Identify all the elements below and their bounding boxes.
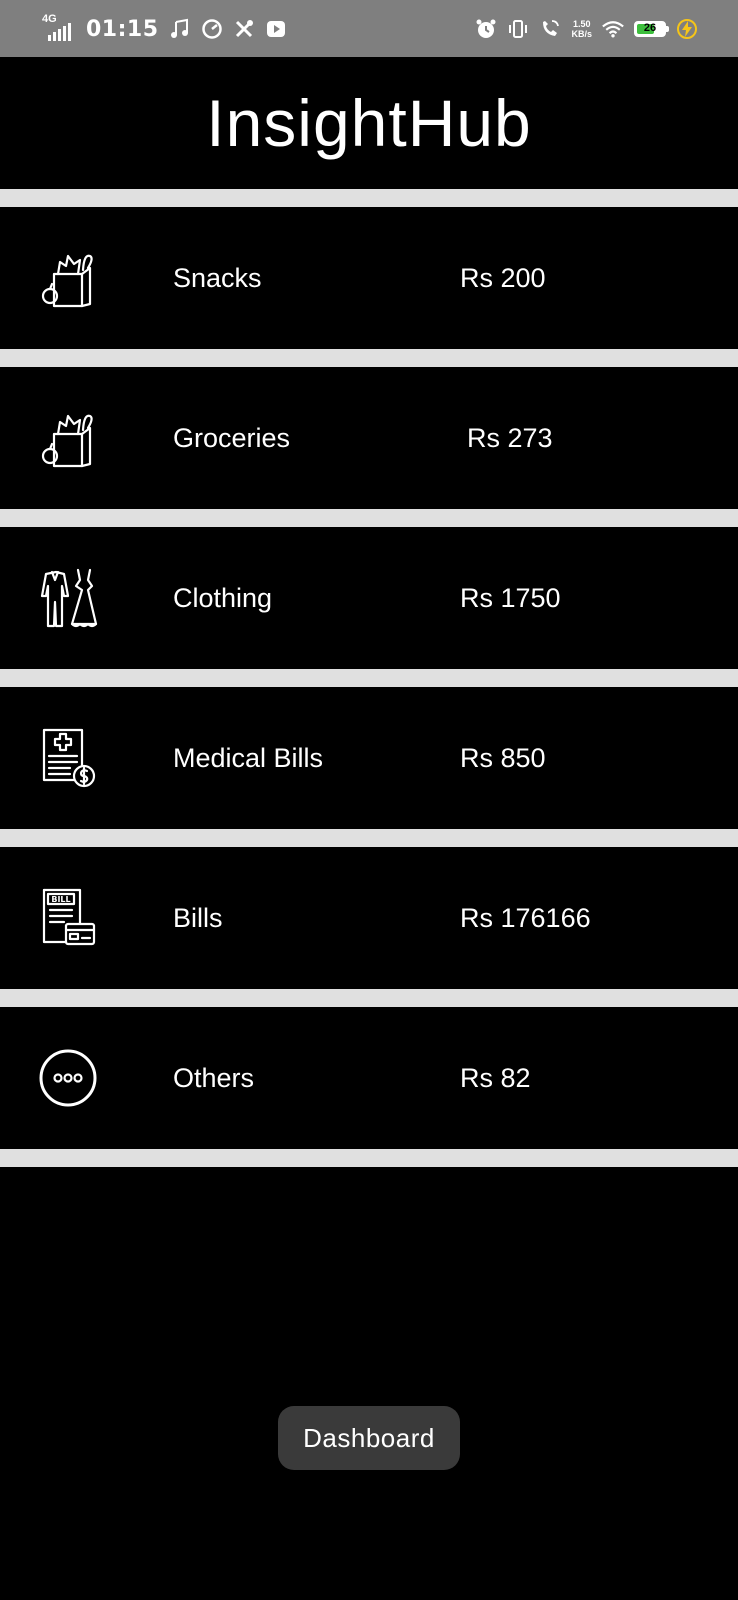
category-row-others[interactable]: Others Rs 82 — [0, 1007, 738, 1149]
status-bar-left: 4G 01:15 — [42, 13, 287, 44]
category-row-medical-bills[interactable]: Medical Bills Rs 850 — [0, 687, 738, 829]
battery-icon: 26 — [634, 21, 669, 37]
app-title: InsightHub — [206, 86, 532, 160]
status-bar-right: 1.50 KB/s 26 — [475, 14, 698, 44]
divider — [0, 189, 738, 207]
youtube-icon — [265, 18, 287, 40]
divider — [0, 1149, 738, 1167]
divider — [0, 829, 738, 847]
divider — [0, 989, 738, 1007]
svg-text:BILL: BILL — [51, 895, 70, 904]
divider — [0, 669, 738, 687]
battery-percent: 26 — [643, 22, 657, 34]
grocery-bag-icon — [36, 246, 100, 310]
category-amount: Rs 850 — [460, 742, 546, 773]
bill-card-icon: BILL — [36, 886, 100, 950]
category-amount: Rs 176166 — [460, 902, 591, 933]
category-name: Groceries — [173, 422, 291, 453]
category-name: Clothing — [173, 582, 273, 613]
charging-icon — [676, 18, 698, 40]
category-row-bills[interactable]: BILL Bills Rs 176166 — [0, 847, 738, 989]
status-bar: 4G 01:15 1.50 KB/s 26 — [0, 0, 738, 57]
speedometer-icon — [201, 18, 223, 40]
category-amount: Rs 82 — [460, 1062, 531, 1093]
category-row-groceries[interactable]: Groceries Rs 273 — [0, 367, 738, 509]
divider — [0, 349, 738, 367]
category-row-snacks[interactable]: Snacks Rs 200 — [0, 207, 738, 349]
music-note-icon — [169, 18, 191, 40]
clock: 01:15 — [86, 16, 159, 42]
category-amount: Rs 273 — [467, 422, 553, 453]
wifi-icon — [602, 18, 624, 40]
clothing-icon — [36, 566, 100, 630]
network-speed-value: 1.50 — [572, 19, 591, 29]
grocery-bag-icon — [36, 406, 100, 470]
category-name: Snacks — [173, 262, 262, 293]
tools-icon — [233, 18, 255, 40]
category-list: Snacks Rs 200 Groceries Rs 273 Clothing … — [0, 189, 738, 1167]
dashboard-button[interactable]: Dashboard — [278, 1406, 460, 1470]
category-row-clothing[interactable]: Clothing Rs 1750 — [0, 527, 738, 669]
wifi-calling-icon — [539, 18, 561, 40]
cellular-signal-icon: 4G — [42, 13, 76, 41]
network-speed: 1.50 KB/s — [571, 19, 592, 39]
vibrate-icon — [507, 18, 529, 40]
alarm-icon — [475, 18, 497, 40]
more-options-icon — [36, 1046, 100, 1110]
category-name: Bills — [173, 902, 223, 933]
network-speed-unit: KB/s — [571, 29, 592, 39]
category-name: Medical Bills — [173, 742, 324, 773]
medical-bill-icon — [36, 726, 100, 790]
category-amount: Rs 200 — [460, 262, 546, 293]
divider — [0, 509, 738, 527]
category-name: Others — [173, 1062, 255, 1093]
category-amount: Rs 1750 — [460, 582, 561, 613]
